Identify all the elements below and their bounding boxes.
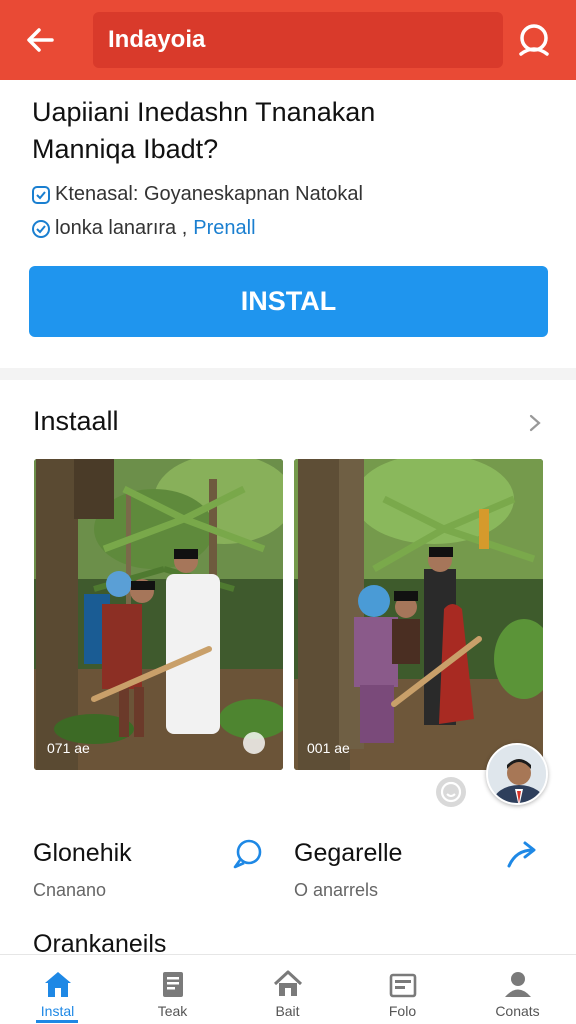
home-icon bbox=[45, 972, 71, 997]
feature-link[interactable]: Prenall bbox=[193, 217, 255, 240]
list-item-title-1[interactable]: Glonehik bbox=[33, 839, 132, 868]
back-button[interactable] bbox=[22, 22, 58, 58]
search-icon bbox=[519, 24, 549, 56]
photo-indicator-dot bbox=[243, 732, 265, 754]
share-arrow-icon[interactable] bbox=[506, 840, 538, 872]
nav-item-instal[interactable]: Instal bbox=[0, 955, 115, 1024]
screenshot-photo-1[interactable]: 071 ae bbox=[34, 459, 283, 770]
top-app-bar: Indayoia bbox=[0, 0, 576, 80]
avatar-image bbox=[488, 745, 546, 803]
nav-item-conats[interactable]: Conats bbox=[460, 955, 575, 1024]
forest-photo-image bbox=[34, 459, 283, 770]
nav-item-folo[interactable]: Folo bbox=[345, 955, 460, 1024]
nav-label: Conats bbox=[495, 1003, 540, 1019]
arrow-left-icon bbox=[27, 28, 54, 52]
install-button[interactable]: INSTAL bbox=[29, 266, 548, 337]
gallery-title: Instaall bbox=[33, 406, 119, 436]
chat-bubble-icon[interactable] bbox=[232, 838, 264, 870]
folder-icon bbox=[389, 973, 417, 998]
feature-row-1: Ktenasal: Goyaneskapnan Natokal bbox=[31, 183, 363, 206]
check-icon bbox=[32, 219, 50, 238]
photo-caption: 071 ae bbox=[47, 740, 90, 756]
photo-caption: 001 ae bbox=[307, 740, 350, 756]
nav-label: Bait bbox=[275, 1003, 300, 1019]
section-divider bbox=[0, 368, 576, 380]
nav-label: Teak bbox=[157, 1003, 188, 1019]
screenshot-photo-2[interactable]: 001 ae bbox=[294, 459, 543, 770]
list-item-subtitle-2: O anarrels bbox=[294, 880, 379, 900]
nav-label: Instal bbox=[40, 1003, 75, 1019]
house-icon bbox=[273, 970, 303, 996]
reaction-circle[interactable] bbox=[436, 777, 466, 807]
app-info-section: Uapiiani Inedashn Tnanakan Manniqa Ibadt… bbox=[0, 80, 576, 368]
nav-item-teak[interactable]: Teak bbox=[115, 955, 230, 1024]
app-title: Uapiiani Inedashn Tnanakan Manniqa Ibadt… bbox=[32, 94, 552, 168]
active-tab-indicator bbox=[36, 1020, 78, 1023]
nav-item-bait[interactable]: Bait bbox=[230, 955, 345, 1024]
feature-row-2: lonka lanarıra , Prenall bbox=[31, 217, 256, 240]
search-query-text: Indayoia bbox=[108, 26, 206, 53]
smile-icon bbox=[440, 781, 462, 803]
person-icon bbox=[505, 972, 531, 997]
app-title-line2: Manniqa Ibadt? bbox=[32, 134, 219, 164]
check-icon bbox=[32, 185, 50, 204]
chevron-right-icon[interactable] bbox=[524, 412, 546, 434]
app-title-line1: Uapiiani Inedashn Tnanakan bbox=[32, 97, 376, 127]
feature-text-1: Ktenasal: Goyaneskapnan Natokal bbox=[55, 183, 363, 205]
search-input[interactable]: Indayoia bbox=[93, 12, 503, 68]
bottom-navigation: Instal Teak Bait Folo Conats bbox=[0, 954, 576, 1024]
forest-photo-image bbox=[294, 459, 543, 770]
list-item-title-2[interactable]: Gegarelle bbox=[294, 839, 402, 868]
avatar[interactable] bbox=[486, 743, 548, 805]
list-item-subtitle-1: Cnanano bbox=[33, 880, 107, 900]
search-button[interactable] bbox=[512, 18, 556, 62]
gallery-section: Instaall 071 ae 001 ae Glonehik Cnanano … bbox=[0, 380, 576, 960]
nav-label: Folo bbox=[388, 1003, 417, 1019]
document-icon bbox=[163, 972, 183, 997]
feature-text-2: lonka lanarıra , bbox=[55, 217, 188, 239]
